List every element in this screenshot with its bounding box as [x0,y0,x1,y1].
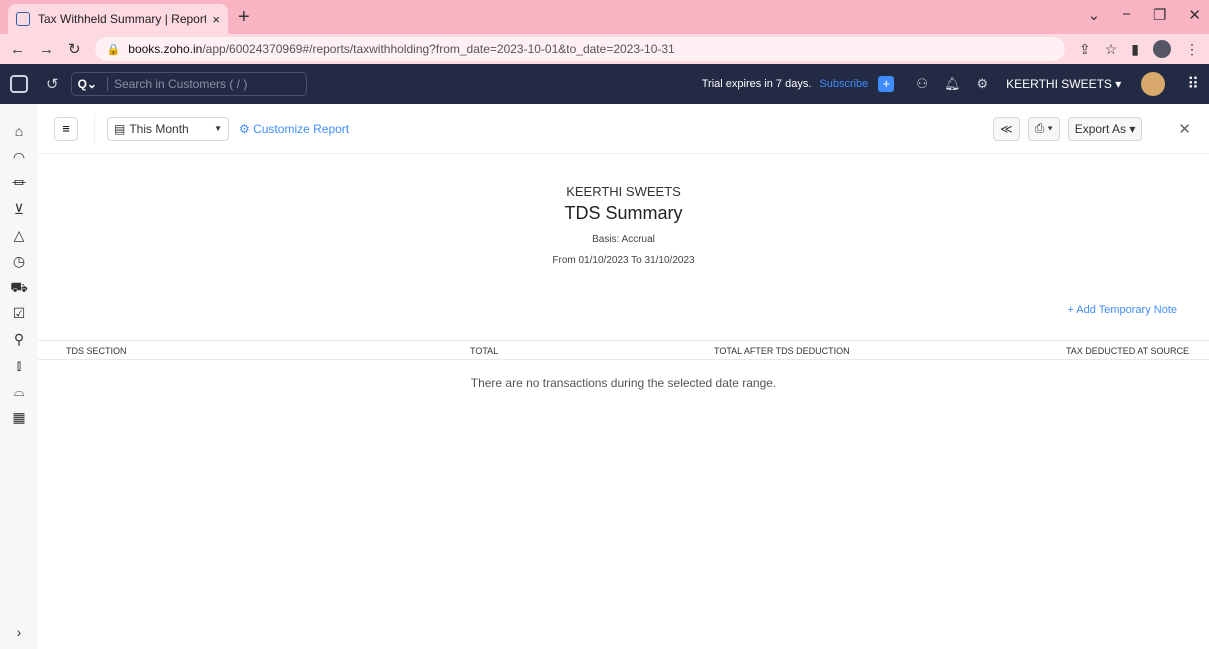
zoho-books-favicon-icon [16,12,30,26]
url-path: /app/60024370969#/reports/taxwithholding… [202,42,675,56]
export-button[interactable]: Export As ▾ [1067,116,1143,141]
settings-gear-icon[interactable]: ⚙ [976,76,988,92]
app-header: ↺ Q⌄ Search in Customers ( / ) Trial exp… [0,64,1209,104]
search-placeholder: Search in Customers ( / ) [113,77,248,91]
sales-cart-icon[interactable]: ⊻ [14,196,24,222]
col-total-after-tds[interactable]: TOTAL AFTER TDS DEDUCTION [714,346,850,356]
menu-toggle-button[interactable]: ≡ [54,116,78,141]
address-bar-row: ← → ↻ 🔒 books.zoho.in /app/60024370969#/… [0,34,1209,64]
add-temporary-note-link[interactable]: + Add Temporary Note [1067,304,1177,316]
apps-calendar-icon[interactable]: ▦ [12,404,25,430]
window-close-icon[interactable]: ✕ [1188,6,1201,24]
search-icon[interactable]: Q⌄ [78,77,97,91]
quick-create-button[interactable]: + [878,76,895,92]
browser-menu-icon[interactable]: ⋮ [1185,41,1199,58]
report-header: KEERTHI SWEETS TDS Summary Basis: Accrua… [38,184,1209,266]
tab-search-icon[interactable]: ⌄ [1088,6,1101,24]
tab-close-icon[interactable]: × [212,12,220,27]
zoho-books-logo-icon[interactable] [10,75,28,93]
subscribe-link[interactable]: Subscribe [819,78,868,90]
period-label: This Month [129,121,189,136]
period-select[interactable]: ▤ This Month ▼ [107,116,229,141]
report-title: TDS Summary [564,203,683,223]
referral-icon[interactable]: ⚇ [916,76,928,92]
search-input[interactable]: Q⌄ Search in Customers ( / ) [70,72,307,96]
url-host: books.zoho.in [128,42,203,56]
purchases-bag-icon[interactable]: △ [14,222,25,248]
organization-switcher[interactable]: KEERTHI SWEETS ▾ [1006,77,1121,91]
recent-activity-icon[interactable]: ↺ [46,75,59,93]
share-report-button[interactable]: ≪ [993,116,1020,141]
reports-chart-icon[interactable]: ⫾ [17,352,21,378]
report-main: ≡ ▤ This Month ▼ ⚙ Customize Report ≪ ⎙ … [38,104,1209,649]
apps-grid-icon[interactable]: ⠿ [1187,74,1199,94]
lock-icon: 🔒 [106,43,121,56]
side-panel-icon[interactable]: ▮ [1131,41,1139,58]
browser-tab[interactable]: Tax Withheld Summary | Reports × [8,4,228,34]
col-total[interactable]: TOTAL [470,346,498,356]
contacts-icon[interactable]: ⚲ [14,326,24,352]
close-report-icon[interactable]: ✕ [1178,120,1191,138]
sidebar: ⌂ ◠ ⏛ ⊻ △ ◷ ⛟ ☑ ⚲ ⫾ ⌓ ▦ › [0,104,38,649]
documents-folder-icon[interactable]: ⌓ [13,378,24,404]
new-tab-button[interactable]: + [238,6,250,29]
customize-report-label: Customize Report [253,121,350,136]
url-field[interactable]: 🔒 books.zoho.in /app/60024370969#/report… [94,37,1065,61]
chevron-down-icon: ▼ [214,124,222,133]
reload-icon[interactable]: ↻ [68,40,81,58]
share-icon[interactable]: ⇪ [1079,41,1091,58]
ewaybill-truck-icon[interactable]: ⛟ [10,274,28,300]
browser-tab-strip: Tax Withheld Summary | Reports × + ⌄ − ❐… [0,0,1209,34]
tab-title: Tax Withheld Summary | Reports [38,12,207,26]
col-tds-section[interactable]: TDS SECTION [66,346,127,356]
bookmark-star-icon[interactable]: ☆ [1105,41,1118,58]
calendar-icon: ▤ [114,121,126,136]
restore-icon[interactable]: ❐ [1153,6,1166,24]
table-header: TDS SECTION TOTAL TOTAL AFTER TDS DEDUCT… [38,340,1209,360]
report-toolbar: ≡ ▤ This Month ▼ ⚙ Customize Report ≪ ⎙ … [38,104,1209,154]
profile-avatar[interactable] [1153,40,1171,58]
report-date-range: From 01/10/2023 To 31/10/2023 [552,255,695,266]
notifications-bell-icon[interactable]: 🔔︎ [944,76,961,92]
report-org-name: KEERTHI SWEETS [566,184,681,199]
time-tracking-icon[interactable]: ◷ [13,248,25,274]
window-controls: ⌄ − ❐ ✕ [1088,6,1201,24]
trial-notice: Trial expires in 7 days. [701,78,812,90]
items-basket-icon[interactable]: ◠ [13,144,25,170]
report-basis: Basis: Accrual [592,234,655,245]
forward-icon[interactable]: → [39,41,54,58]
back-icon[interactable]: ← [10,41,25,58]
home-icon[interactable]: ⌂ [15,118,23,144]
accountant-icon[interactable]: ☑ [13,300,26,326]
empty-state-message: There are no transactions during the sel… [470,376,777,390]
expand-sidebar-icon[interactable]: › [17,619,22,645]
customize-report-link[interactable]: ⚙ Customize Report [239,122,349,136]
col-tax-deducted[interactable]: TAX DEDUCTED AT SOURCE [1066,346,1189,356]
banking-icon[interactable]: ⏛ [12,170,26,196]
print-button[interactable]: ⎙ ▾ [1027,116,1060,141]
minimize-icon[interactable]: − [1122,6,1131,24]
export-label: Export As [1074,121,1127,136]
user-avatar[interactable] [1141,72,1166,96]
